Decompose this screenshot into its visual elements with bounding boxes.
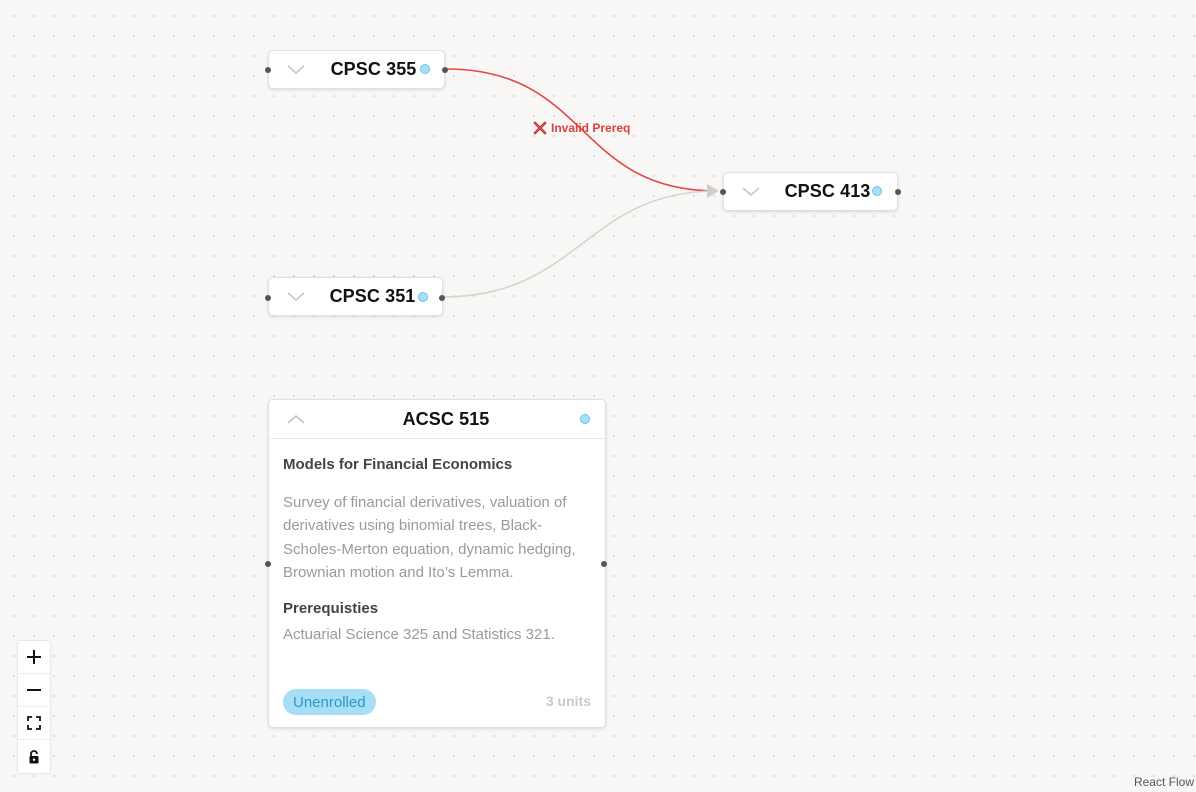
status-dot — [418, 292, 428, 302]
course-code: CPSC 351 — [329, 286, 416, 306]
lock-icon — [29, 749, 39, 763]
edge-label-text: Invalid Prereq — [551, 121, 631, 135]
minus-icon — [27, 689, 41, 691]
chevron-up-icon[interactable] — [287, 412, 305, 426]
prerequisites-text: Actuarial Science 325 and Statistics 321… — [283, 626, 555, 644]
target-handle[interactable] — [720, 189, 726, 195]
flow-canvas[interactable]: Invalid Prereq CPSC 355 CPSC 413 CPSC 35… — [0, 0, 1196, 792]
flow-controls — [18, 641, 50, 773]
course-code: CPSC 355 — [330, 59, 417, 79]
course-code: ACSC 515 — [402, 408, 490, 429]
course-node-acsc-515[interactable]: ACSC 515 Models for Financial Economics … — [265, 399, 607, 728]
status-dot — [420, 64, 430, 74]
course-code: CPSC 413 — [784, 181, 871, 201]
prerequisites-heading: Prerequisties — [283, 600, 379, 618]
course-description: Survey of financial derivatives, valuati… — [283, 494, 576, 581]
course-node-cpsc-413[interactable]: CPSC 413 — [720, 172, 901, 211]
course-units: 3 units — [545, 693, 591, 709]
fit-view-icon — [27, 716, 41, 730]
plus-icon — [27, 650, 41, 664]
chevron-down-icon[interactable] — [742, 184, 760, 198]
edge-label-invalid-prereq: Invalid Prereq — [533, 121, 630, 135]
status-dot — [872, 186, 882, 196]
target-handle[interactable] — [265, 67, 271, 73]
zoom-out-button[interactable] — [18, 674, 50, 707]
target-handle[interactable] — [265, 295, 271, 301]
status-dot — [580, 414, 590, 424]
enrollment-status-badge[interactable]: Unenrolled — [283, 689, 376, 715]
source-handle[interactable] — [439, 295, 445, 301]
course-node-cpsc-355[interactable]: CPSC 355 — [265, 50, 448, 89]
course-name: Models for Financial Economics — [283, 456, 513, 473]
error-x-icon — [533, 121, 547, 135]
edge-valid-prereq[interactable] — [441, 190, 718, 298]
source-handle[interactable] — [601, 561, 607, 567]
source-handle[interactable] — [442, 67, 448, 73]
chevron-down-icon[interactable] — [287, 62, 305, 76]
react-flow-attribution[interactable]: React Flow — [1133, 773, 1195, 791]
source-handle[interactable] — [895, 189, 901, 195]
course-node-cpsc-351[interactable]: CPSC 351 — [265, 277, 445, 316]
edge-arrowhead — [707, 184, 719, 198]
zoom-in-button[interactable] — [18, 641, 50, 674]
target-handle[interactable] — [265, 561, 271, 567]
chevron-down-icon[interactable] — [287, 289, 305, 303]
fit-view-button[interactable] — [18, 707, 50, 740]
lock-button[interactable] — [18, 740, 50, 773]
